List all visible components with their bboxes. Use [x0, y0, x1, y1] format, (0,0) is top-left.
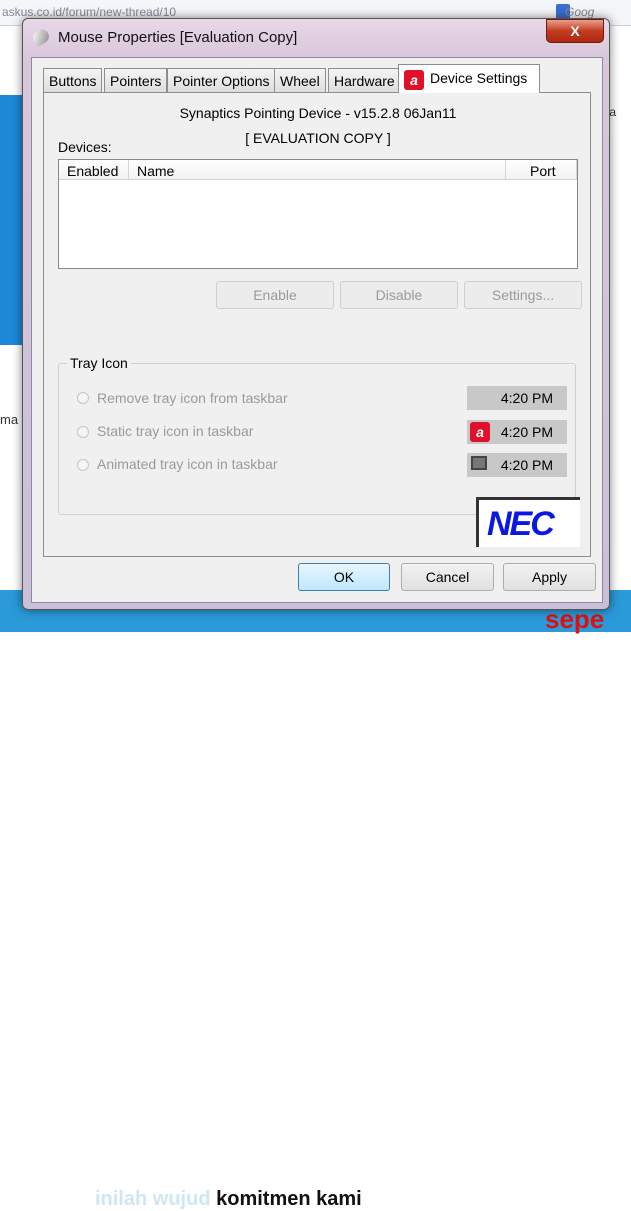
tab-hardware[interactable]: Hardware — [328, 68, 401, 92]
mouse-properties-dialog: Mouse Properties [Evaluation Copy] X But… — [22, 18, 610, 610]
evaluation-label: [ EVALUATION COPY ] — [245, 130, 391, 146]
device-settings-panel: Synaptics Pointing Device - v15.2.8 06Ja… — [43, 92, 591, 557]
disable-button[interactable]: Disable — [340, 281, 458, 309]
column-port[interactable]: Port — [506, 160, 577, 180]
static-tray-radio[interactable] — [77, 426, 89, 438]
remove-tray-label: Remove tray icon from taskbar — [97, 390, 288, 406]
banner-text-bold: komitmen kami — [216, 1188, 362, 1210]
tab-label: Device Settings — [430, 70, 528, 86]
settings-button[interactable]: Settings... — [464, 281, 582, 309]
mouse-icon — [30, 26, 52, 48]
column-enabled[interactable]: Enabled — [59, 160, 129, 180]
apply-button[interactable]: Apply — [503, 563, 596, 591]
ok-button[interactable]: OK — [298, 563, 390, 591]
url-text: askus.co.id/forum/new-thread/10 — [2, 5, 177, 19]
tab-pointer-options[interactable]: Pointer Options — [167, 68, 276, 92]
search-box[interactable]: Goog — [565, 5, 594, 19]
close-button[interactable]: X — [546, 19, 604, 43]
column-name[interactable]: Name — [129, 160, 506, 180]
tray-icon-group: Tray Icon Remove tray icon from taskbar … — [58, 355, 576, 515]
tab-wheel[interactable]: Wheel — [274, 68, 326, 92]
dialog-client: Buttons Pointers Pointer Options Wheel H… — [31, 57, 603, 603]
tray-preview-none: 4:20 PM — [467, 386, 567, 410]
nec-logo: NEC — [476, 497, 580, 547]
synaptics-icon: a — [404, 70, 424, 90]
remove-tray-radio[interactable] — [77, 392, 89, 404]
synaptics-icon: a — [470, 422, 490, 442]
window-title: Mouse Properties [Evaluation Copy] — [58, 29, 298, 46]
devices-label: Devices: — [58, 139, 112, 155]
tab-buttons[interactable]: Buttons — [43, 68, 103, 92]
animated-tray-label: Animated tray icon in taskbar — [97, 456, 278, 472]
devices-list[interactable]: Enabled Name Port — [58, 159, 578, 269]
page-background-band — [0, 95, 24, 345]
tray-preview-animated: 4:20 PM — [467, 453, 567, 477]
banner-text: inilah wujud — [95, 1188, 211, 1210]
tab-pointers[interactable]: Pointers — [104, 68, 168, 92]
tray-preview-static: a 4:20 PM — [467, 420, 567, 444]
device-title: Synaptics Pointing Device - v15.2.8 06Ja… — [179, 105, 457, 121]
animated-tray-radio[interactable] — [77, 459, 89, 471]
enable-button[interactable]: Enable — [216, 281, 334, 309]
clock-text: 4:20 PM — [500, 424, 553, 440]
clock-text: 4:20 PM — [500, 457, 553, 473]
page-text: ma — [0, 412, 19, 427]
static-tray-label: Static tray icon in taskbar — [97, 423, 254, 439]
cancel-button[interactable]: Cancel — [401, 563, 494, 591]
tab-device-settings[interactable]: a Device Settings — [398, 64, 540, 93]
tray-icon-label: Tray Icon — [67, 355, 131, 371]
monitor-icon — [471, 456, 487, 470]
